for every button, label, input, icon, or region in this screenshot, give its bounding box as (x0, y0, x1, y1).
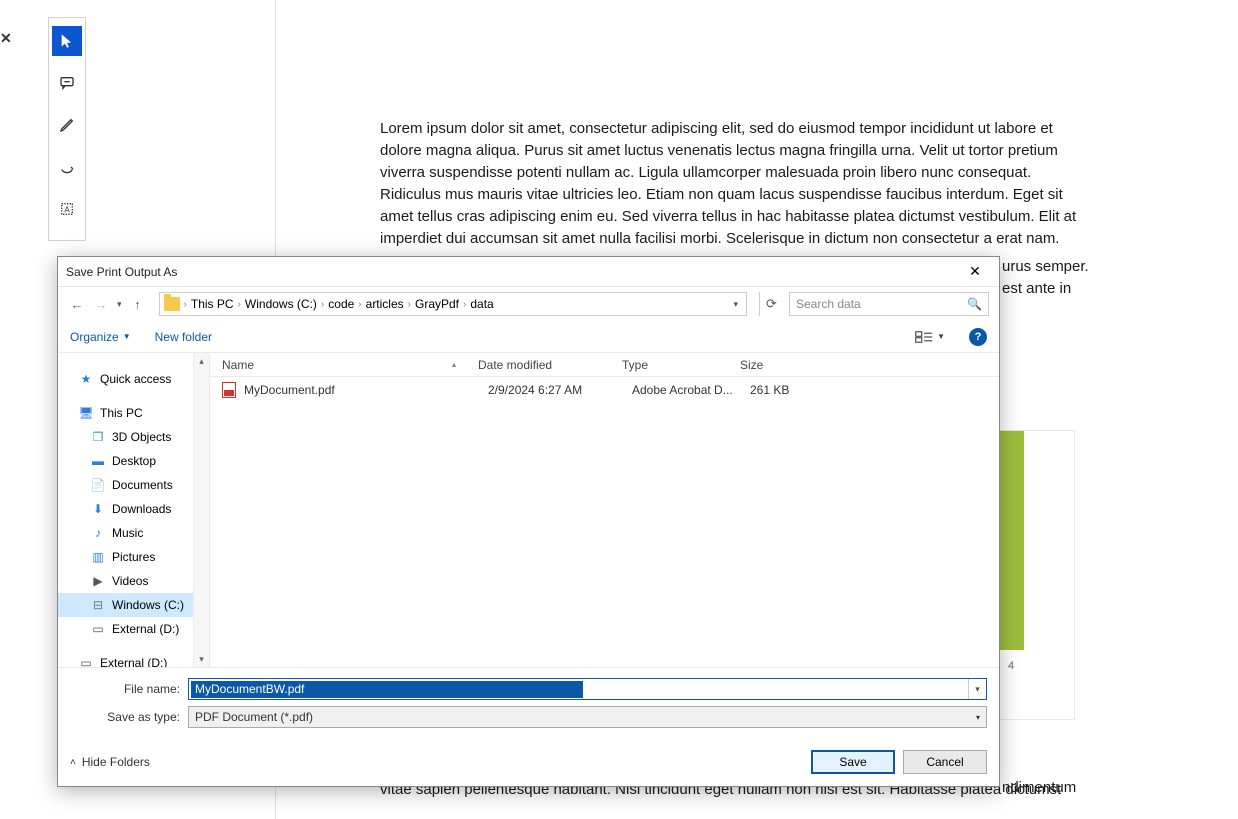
chart-frame-stub (1000, 430, 1075, 720)
breadcrumb-seg[interactable]: GrayPdf (415, 297, 459, 311)
refresh-button[interactable]: ⟳ (759, 292, 783, 316)
chart-x-tick: 4 (1008, 660, 1014, 672)
document-paragraph: Lorem ipsum dolor sit amet, consectetur … (380, 120, 1076, 247)
file-name: MyDocument.pdf (244, 383, 476, 397)
nav-desktop[interactable]: ▬Desktop (58, 449, 209, 473)
search-icon: 🔍 (967, 297, 982, 311)
dialog-title: Save Print Output As (66, 265, 177, 279)
dialog-navbar: ← → ▾ ↑ › This PC› Windows (C:)› code› a… (58, 287, 999, 321)
save-button[interactable]: Save (811, 750, 895, 774)
close-icon[interactable]: ✕ (0, 30, 12, 47)
pdf-file-icon (222, 382, 236, 398)
breadcrumb-seg[interactable]: This PC (191, 297, 234, 311)
nav-pane: ★Quick access 🖥This PC ❒3D Objects ▬Desk… (58, 353, 210, 667)
nav-history-dropdown[interactable]: ▾ (117, 299, 122, 310)
file-type: Adobe Acrobat D... (620, 383, 738, 397)
annotation-toolbar: A (48, 17, 86, 241)
erase-tool[interactable] (52, 152, 82, 182)
cancel-button[interactable]: Cancel (903, 750, 987, 774)
help-button[interactable]: ? (969, 328, 987, 346)
nav-forward-button[interactable]: → (92, 295, 110, 313)
filename-input-wrap[interactable]: ▾ (188, 678, 987, 700)
organize-menu[interactable]: Organize ▼ (70, 330, 131, 344)
breadcrumb-seg[interactable]: Windows (C:) (245, 297, 317, 311)
nav-pictures[interactable]: ▥Pictures (58, 545, 209, 569)
hide-folders-toggle[interactable]: ˄Hide Folders (70, 755, 150, 769)
path-breadcrumb[interactable]: › This PC› Windows (C:)› code› articles›… (159, 292, 747, 316)
view-mode-dropdown[interactable]: ▼ (915, 330, 945, 344)
search-input[interactable]: Search data 🔍 (789, 292, 989, 316)
nav-this-pc[interactable]: 🖥This PC (58, 401, 209, 425)
document-body: Lorem ipsum dolor sit amet, consectetur … (380, 118, 1088, 250)
nav-3d-objects[interactable]: ❒3D Objects (58, 425, 209, 449)
file-size: 261 KB (738, 383, 838, 397)
comment-tool[interactable] (52, 68, 82, 98)
cursor-tool[interactable] (52, 26, 82, 56)
search-placeholder: Search data (796, 297, 861, 311)
column-headers[interactable]: Name▴ Date modified Type Size (210, 353, 999, 377)
folder-icon (164, 297, 180, 311)
nav-scrollbar[interactable]: ▴▾ (193, 353, 209, 667)
dialog-footer: File name: ▾ Save as type: PDF Document … (58, 667, 999, 786)
nav-up-button[interactable]: ↑ (129, 295, 147, 313)
nav-music[interactable]: ♪Music (58, 521, 209, 545)
filename-label: File name: (70, 682, 188, 696)
nav-windows-c[interactable]: ⊟Windows (C:) (58, 593, 209, 617)
new-folder-button[interactable]: New folder (155, 330, 212, 344)
nav-external-d[interactable]: ▭External (D:) (58, 617, 209, 641)
document-cut-text-2: est ante in (1002, 280, 1071, 297)
breadcrumb-seg[interactable]: articles (366, 297, 404, 311)
save-as-dialog: Save Print Output As ✕ ← → ▾ ↑ › This PC… (57, 256, 1000, 787)
nav-documents[interactable]: 📄Documents (58, 473, 209, 497)
dialog-close-button[interactable]: ✕ (959, 261, 991, 283)
filename-history-dropdown[interactable]: ▾ (968, 679, 986, 699)
text-select-tool[interactable]: A (52, 194, 82, 224)
file-pane: Name▴ Date modified Type Size MyDocument… (210, 353, 999, 667)
nav-videos[interactable]: ▶Videos (58, 569, 209, 593)
filename-input[interactable] (191, 681, 583, 698)
dialog-commandbar: Organize ▼ New folder ▼ ? (58, 321, 999, 353)
savetype-select[interactable]: PDF Document (*.pdf) ▾ (188, 706, 987, 728)
svg-text:A: A (64, 205, 70, 214)
nav-quick-access[interactable]: ★Quick access (58, 367, 209, 391)
document-cut-text-1: urus semper. (1002, 258, 1089, 275)
nav-external-d-root[interactable]: ▭External (D:) (58, 651, 209, 667)
dialog-titlebar[interactable]: Save Print Output As ✕ (58, 257, 999, 287)
nav-downloads[interactable]: ⬇Downloads (58, 497, 209, 521)
file-row[interactable]: MyDocument.pdf 2/9/2024 6:27 AM Adobe Ac… (210, 377, 999, 403)
nav-back-button[interactable]: ← (68, 295, 86, 313)
pencil-tool[interactable] (52, 110, 82, 140)
savetype-label: Save as type: (70, 710, 188, 724)
breadcrumb-seg[interactable]: data (470, 297, 493, 311)
file-date: 2/9/2024 6:27 AM (476, 383, 620, 397)
breadcrumb-seg[interactable]: code (328, 297, 354, 311)
